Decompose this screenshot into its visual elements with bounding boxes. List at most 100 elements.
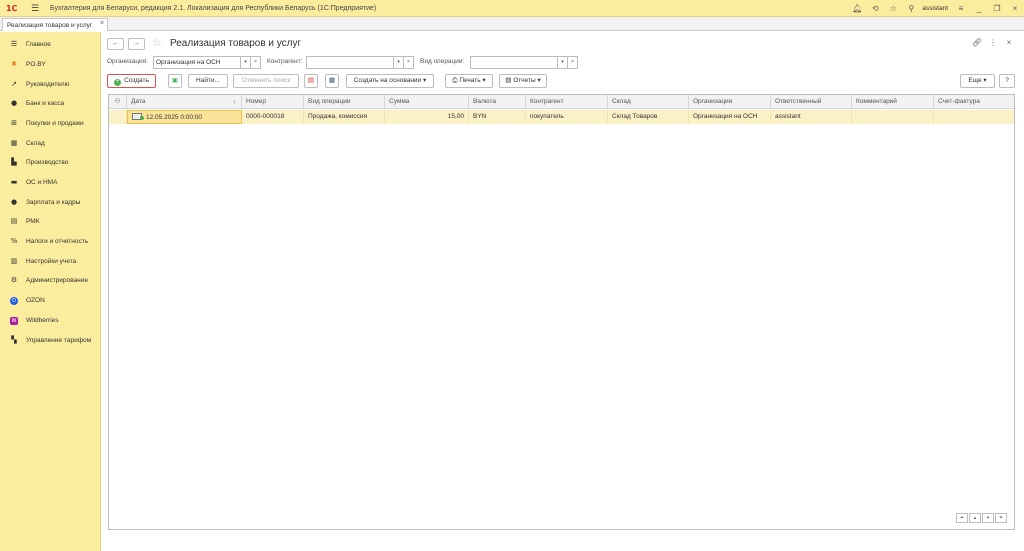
cell-organization[interactable]: Организация на ОСН — [689, 110, 771, 124]
sidebar-item-wildberries[interactable]: W Wildberries — [0, 313, 100, 327]
cell-sum[interactable]: 15,00 — [385, 110, 469, 124]
form-header: ← → ☆ Реализация товаров и услуг 🔗︎ ⋮ × — [107, 36, 1017, 52]
table-scroll-controls: ⏶ ▴ ▾ ⏷ — [955, 513, 1007, 523]
find-button[interactable]: Найти... — [188, 74, 228, 88]
scroll-first-icon[interactable]: ⏶ — [956, 513, 968, 523]
cell-comment[interactable] — [852, 110, 934, 124]
title-bar: 1С ☰ Бухгалтерия для Беларуси, редакция … — [0, 0, 1024, 17]
sidebar-item-purchases[interactable]: ⊞ Покупки и продажи — [0, 116, 100, 130]
post-button[interactable]: ▤ — [304, 74, 318, 88]
app-title: Бухгалтерия для Беларуси, редакция 2.1. … — [50, 4, 377, 12]
column-date[interactable]: Дата ↓ — [127, 95, 242, 109]
create-based-button[interactable]: Создать на основании ▾ — [346, 74, 434, 88]
column-counterparty[interactable]: Контрагент — [526, 95, 608, 109]
gear-icon: ⚙ — [10, 276, 18, 284]
close-form-icon[interactable]: × — [1001, 38, 1017, 47]
cell-currency[interactable]: BYN — [469, 110, 526, 124]
cell-responsible[interactable]: assistant — [771, 110, 852, 124]
scroll-last-icon[interactable]: ⏷ — [995, 513, 1007, 523]
counterparty-field[interactable] — [306, 56, 394, 69]
sidebar-item-production[interactable]: ▙ Производство — [0, 155, 100, 169]
table-header: ⚇ Дата ↓ Номер Вид операции Сумма Валюта … — [109, 95, 1014, 109]
link-icon[interactable]: 🔗︎ — [969, 38, 985, 47]
search-icon[interactable]: ⚲ — [902, 4, 920, 13]
cell-counterparty[interactable]: покупатель — [526, 110, 608, 124]
journal-button[interactable]: ▦ — [325, 74, 339, 88]
reports-button[interactable]: ▤ Отчеты ▾ — [499, 74, 547, 88]
star-icon[interactable]: ☆ — [884, 4, 902, 13]
register-icon: ▤ — [10, 217, 18, 225]
column-warehouse[interactable]: Склад — [608, 95, 689, 109]
post-icon: ▤ — [307, 77, 315, 84]
cell-number[interactable]: 0000-000018 — [242, 110, 304, 124]
app-logo: 1С — [6, 3, 18, 13]
copy-button[interactable]: ▣ — [168, 74, 182, 88]
sidebar-item-bank[interactable]: ● Банк и касса — [0, 96, 100, 110]
sidebar-item-warehouse[interactable]: ▦ Склад — [0, 136, 100, 150]
minimize-icon[interactable]: _ — [970, 4, 988, 13]
tab-sales[interactable]: Реализация товаров и услуг × — [2, 18, 108, 31]
filter-row: Организация: Организация на ОСН ▾ × Конт… — [107, 56, 1017, 70]
sidebar-item-tariff[interactable]: ▚ Управление тарифом — [0, 333, 100, 347]
sidebar-item-main[interactable]: ☰ Главное — [0, 37, 100, 51]
settings-doc-icon: ▥ — [10, 257, 18, 265]
org-clear-icon[interactable]: × — [250, 56, 261, 69]
sidebar-item-assets[interactable]: ▬ ОС и НМА — [0, 175, 100, 189]
sidebar-item-ozon[interactable]: O OZON — [0, 293, 100, 307]
tab-close-icon[interactable]: × — [100, 20, 104, 27]
more-button[interactable]: Еще ▾ — [960, 74, 995, 88]
sidebar-item-taxes[interactable]: % Налоги и отчетность — [0, 234, 100, 248]
restore-icon[interactable]: ❐ — [988, 4, 1006, 13]
sidebar-item-rmk[interactable]: ▤ РМК — [0, 214, 100, 228]
chevron-down-icon: ▾ — [537, 77, 541, 84]
counterparty-clear-icon[interactable]: × — [403, 56, 414, 69]
column-currency[interactable]: Валюта — [469, 95, 526, 109]
print-button[interactable]: ⎙ Печать ▾ — [445, 74, 493, 88]
forward-button[interactable]: → — [128, 38, 145, 50]
user-name[interactable]: assistant — [922, 5, 948, 12]
sidebar-item-settings[interactable]: ▥ Настройки учета — [0, 254, 100, 268]
history-icon[interactable]: ⟲ — [866, 4, 884, 13]
chevron-down-icon: ▾ — [482, 77, 486, 84]
column-comment[interactable]: Комментарий — [852, 95, 934, 109]
settings-menu-icon[interactable]: ≡ — [952, 4, 970, 13]
column-number[interactable]: Номер — [242, 95, 304, 109]
cart-icon: ⊞ — [11, 119, 17, 127]
sidebar-item-manager[interactable]: ↗ Руководителю — [0, 77, 100, 91]
cell-warehouse[interactable]: Склад Товаров — [608, 110, 689, 124]
sidebar-item-poby[interactable]: ✱ PO.BY — [0, 57, 100, 71]
org-field[interactable]: Организация на ОСН — [153, 56, 241, 69]
status-column-icon[interactable]: ⚇ — [109, 95, 127, 109]
operation-label: Вид операции: — [420, 58, 465, 65]
hamburger-menu-icon[interactable]: ☰ — [28, 3, 42, 14]
column-responsible[interactable]: Ответственный — [771, 95, 852, 109]
percent-icon: % — [10, 237, 18, 245]
column-organization[interactable]: Организация — [689, 95, 771, 109]
scroll-up-icon[interactable]: ▴ — [969, 513, 981, 523]
more-vertical-icon[interactable]: ⋮ — [985, 38, 1001, 47]
help-button[interactable]: ? — [999, 74, 1015, 88]
operation-clear-icon[interactable]: × — [567, 56, 578, 69]
back-button[interactable]: ← — [107, 38, 124, 50]
wildberries-icon: W — [10, 316, 18, 325]
cancel-search-button[interactable]: Отменить поиск — [233, 74, 299, 88]
sun-icon: ✱ — [11, 60, 17, 68]
bell-icon[interactable]: 🔔︎ — [848, 4, 866, 13]
scroll-down-icon[interactable]: ▾ — [982, 513, 994, 523]
create-button[interactable]: + Создать — [107, 74, 156, 88]
sidebar-item-admin[interactable]: ⚙ Администрирование — [0, 273, 100, 287]
sidebar: ☰ Главное ✱ PO.BY ↗ Руководителю ● Банк и ка… — [0, 32, 101, 551]
sidebar-item-salary[interactable]: ● Зарплата и кадры — [0, 195, 100, 209]
operation-field[interactable] — [470, 56, 558, 69]
cell-operation[interactable]: Продажа, комиссия — [304, 110, 385, 124]
column-sum[interactable]: Сумма — [385, 95, 469, 109]
posted-document-icon — [132, 113, 144, 120]
table-row[interactable]: 12.05.2025 0:00:00 0000-000018 Продажа, … — [109, 110, 1014, 124]
cell-date[interactable]: 12.05.2025 0:00:00 — [127, 110, 242, 124]
column-invoice[interactable]: Счет-фактура — [934, 95, 1014, 109]
column-operation[interactable]: Вид операции — [304, 95, 385, 109]
favorite-star-icon[interactable]: ☆ — [152, 36, 162, 49]
close-window-icon[interactable]: × — [1006, 4, 1024, 13]
cell-invoice[interactable] — [934, 110, 1014, 124]
chevron-down-icon: ▾ — [983, 77, 987, 84]
